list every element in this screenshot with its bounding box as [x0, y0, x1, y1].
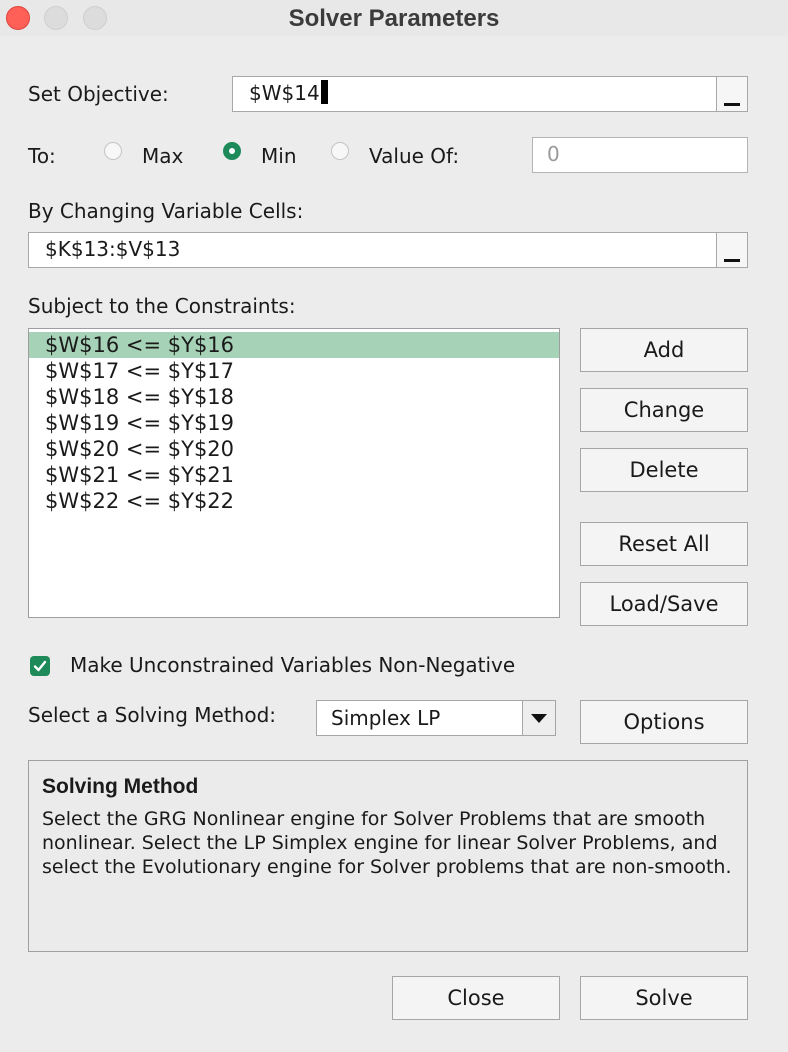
- constraint-item[interactable]: $W$20 <= $Y$20: [29, 436, 559, 462]
- variable-cells-input[interactable]: $K$13:$V$13: [28, 232, 748, 268]
- constraint-item[interactable]: $W$16 <= $Y$16: [29, 332, 559, 358]
- reset-all-button[interactable]: Reset All: [580, 522, 748, 566]
- radio-value-of-label[interactable]: Value Of:: [369, 144, 459, 168]
- description-title: Solving Method: [42, 775, 199, 798]
- variable-cells-collapse-button[interactable]: [716, 233, 747, 267]
- constraint-item[interactable]: $W$17 <= $Y$17: [29, 358, 559, 384]
- constraint-item[interactable]: $W$19 <= $Y$19: [29, 410, 559, 436]
- close-button[interactable]: Close: [392, 976, 560, 1020]
- load-save-button[interactable]: Load/Save: [580, 582, 748, 626]
- change-button[interactable]: Change: [580, 388, 748, 432]
- constraints-list[interactable]: $W$16 <= $Y$16 $W$17 <= $Y$17 $W$18 <= $…: [28, 328, 560, 618]
- radio-value-of[interactable]: [331, 142, 349, 160]
- constraint-item[interactable]: $W$21 <= $Y$21: [29, 462, 559, 488]
- solving-method-label: Select a Solving Method:: [28, 703, 277, 727]
- solve-button[interactable]: Solve: [580, 976, 748, 1020]
- radio-min-label[interactable]: Min: [261, 144, 297, 168]
- variable-cells-label: By Changing Variable Cells:: [28, 199, 304, 223]
- constraints-label: Subject to the Constraints:: [28, 294, 296, 318]
- solving-method-select[interactable]: Simplex LP: [316, 700, 556, 736]
- objective-collapse-button[interactable]: [716, 77, 747, 111]
- nonneg-label[interactable]: Make Unconstrained Variables Non-Negativ…: [70, 653, 515, 677]
- radio-max-label[interactable]: Max: [142, 144, 183, 168]
- solving-method-description: Solving Method Select the GRG Nonlinear …: [28, 760, 748, 952]
- set-objective-label: Set Objective:: [28, 82, 169, 106]
- text-cursor: [320, 80, 328, 104]
- radio-min[interactable]: [223, 142, 241, 160]
- constraint-item[interactable]: $W$22 <= $Y$22: [29, 488, 559, 514]
- chevron-down-icon[interactable]: [522, 701, 555, 735]
- objective-input-value: $W$14: [249, 81, 320, 105]
- window-title: Solver Parameters: [288, 5, 500, 32]
- radio-max[interactable]: [104, 142, 122, 160]
- variable-cells-value: $K$13:$V$13: [45, 237, 181, 261]
- to-label: To:: [28, 144, 56, 168]
- value-of-input[interactable]: 0: [532, 137, 748, 173]
- description-text: Select the GRG Nonlinear engine for Solv…: [42, 808, 732, 878]
- nonneg-checkbox[interactable]: [30, 656, 50, 676]
- add-button[interactable]: Add: [580, 328, 748, 372]
- checkmark-icon: [33, 660, 47, 672]
- solving-method-value: Simplex LP: [331, 706, 441, 730]
- options-button[interactable]: Options: [580, 700, 748, 744]
- title-bar: Solver Parameters: [0, 0, 788, 36]
- constraint-item[interactable]: $W$18 <= $Y$18: [29, 384, 559, 410]
- delete-button[interactable]: Delete: [580, 448, 748, 492]
- objective-input[interactable]: $W$14: [232, 76, 748, 112]
